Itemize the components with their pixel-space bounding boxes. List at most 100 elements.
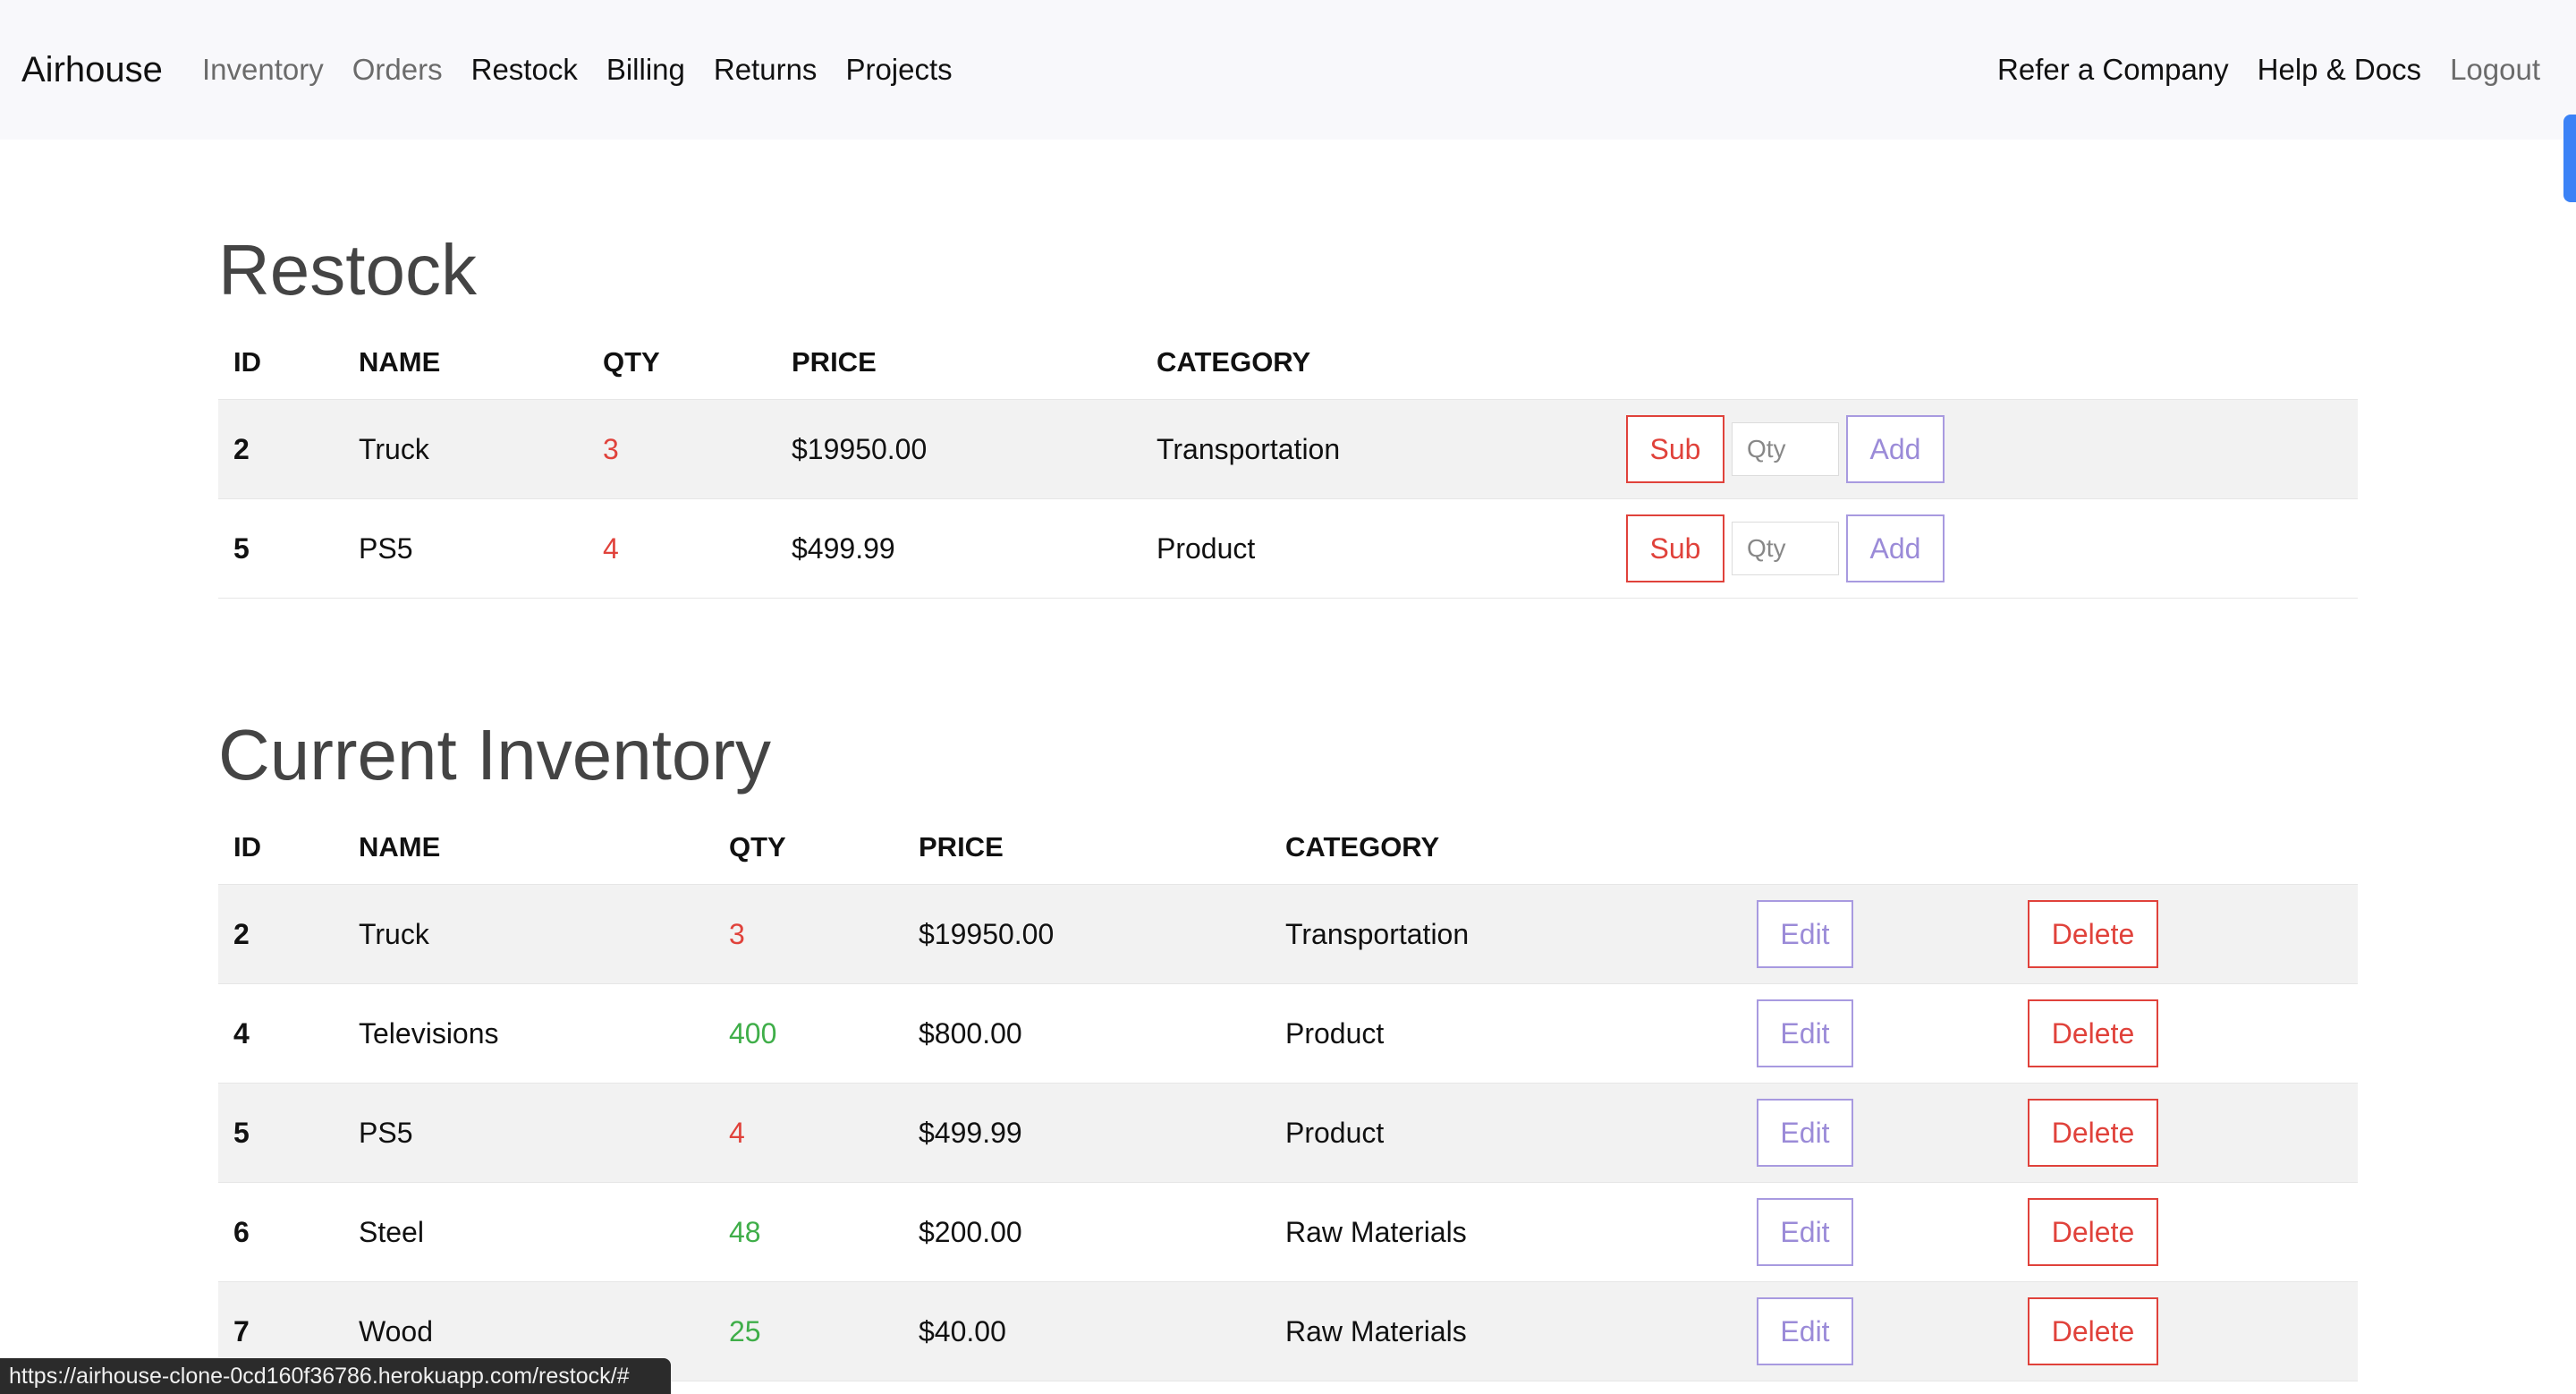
nav-refer-company[interactable]: Refer a Company: [1997, 45, 2229, 95]
cell-edit: Edit: [1741, 1281, 2012, 1381]
sub-button[interactable]: Sub: [1626, 415, 1724, 483]
inventory-header-row: ID NAME QTY PRICE CATEGORY: [218, 811, 2358, 885]
cell-actions: Sub Add: [1611, 498, 2358, 599]
cell-delete: Delete: [2012, 1083, 2358, 1183]
delete-button[interactable]: Delete: [2028, 1099, 2158, 1167]
cell-edit: Edit: [1741, 884, 2012, 984]
col-header-id: ID: [233, 346, 261, 378]
col-header-category: CATEGORY: [1157, 346, 1311, 378]
nav-help-docs[interactable]: Help & Docs: [2258, 45, 2421, 95]
delete-button[interactable]: Delete: [2028, 1297, 2158, 1365]
cell-price: $40.00: [903, 1281, 1270, 1381]
cell-qty: 25: [714, 1281, 903, 1381]
cell-edit: Edit: [1741, 1083, 2012, 1183]
edit-button[interactable]: Edit: [1757, 1297, 1853, 1365]
cell-category: Raw Materials: [1270, 1281, 1741, 1381]
cell-category: Raw Materials: [1270, 1182, 1741, 1282]
cell-id: 2: [218, 399, 343, 499]
cell-category: Product: [1270, 1083, 1741, 1183]
cell-actions: Sub Add: [1611, 399, 2358, 499]
cell-delete: Delete: [2012, 1182, 2358, 1282]
cell-name: Truck: [343, 399, 588, 499]
edit-button[interactable]: Edit: [1757, 1099, 1853, 1167]
cell-qty: 48: [714, 1182, 903, 1282]
cell-id: 4: [218, 983, 343, 1084]
col-header-price: PRICE: [792, 346, 877, 378]
cell-price: $200.00: [903, 1182, 1270, 1282]
cell-name: PS5: [343, 498, 588, 599]
cell-name: Truck: [343, 884, 714, 984]
cell-qty: 3: [588, 399, 776, 499]
nav-inventory[interactable]: Inventory: [202, 45, 324, 95]
table-row: 2 Truck 3 $19950.00 Transportation Edit …: [218, 884, 2358, 984]
nav-orders[interactable]: Orders: [352, 45, 443, 95]
edit-button[interactable]: Edit: [1757, 900, 1853, 968]
cell-qty: 400: [714, 983, 903, 1084]
qty-input[interactable]: [1732, 422, 1839, 476]
side-tab-handle[interactable]: [2563, 115, 2576, 202]
table-row: 5 PS5 4 $499.99 Product Edit Delete: [218, 1083, 2358, 1183]
qty-input[interactable]: [1732, 522, 1839, 575]
col-header-name: NAME: [359, 346, 441, 378]
cell-delete: Delete: [2012, 983, 2358, 1084]
link-status-bar: https://airhouse-clone-0cd160f36786.hero…: [0, 1358, 671, 1394]
cell-edit: Edit: [1741, 1182, 2012, 1282]
cell-id: 5: [218, 498, 343, 599]
cell-delete: Delete: [2012, 884, 2358, 984]
cell-category: Transportation: [1141, 399, 1611, 499]
restock-table: ID NAME QTY PRICE CATEGORY 2 Truck 3 $19…: [218, 326, 2358, 599]
table-row: 4 Televisions 400 $800.00 Product Edit D…: [218, 983, 2358, 1084]
cell-price: $800.00: [903, 983, 1270, 1084]
col-header-actions: [1611, 326, 2358, 400]
inventory-table: ID NAME QTY PRICE CATEGORY 2 Truck 3 $19…: [218, 811, 2358, 1381]
delete-button[interactable]: Delete: [2028, 999, 2158, 1067]
col-header-qty: QTY: [603, 346, 660, 378]
cell-name: Televisions: [343, 983, 714, 1084]
cell-qty: 3: [714, 884, 903, 984]
brand-logo[interactable]: Airhouse: [21, 45, 163, 95]
delete-button[interactable]: Delete: [2028, 1198, 2158, 1266]
inventory-title: Current Inventory: [218, 715, 772, 795]
cell-id: 2: [218, 884, 343, 984]
delete-button[interactable]: Delete: [2028, 900, 2158, 968]
cell-price: $499.99: [903, 1083, 1270, 1183]
cell-delete: Delete: [2012, 1281, 2358, 1381]
table-row: 2 Truck 3 $19950.00 Transportation Sub Ad…: [218, 399, 2358, 499]
cell-qty: 4: [714, 1083, 903, 1183]
col-header-delete: [2012, 811, 2358, 885]
col-header-name: NAME: [359, 831, 441, 863]
primary-nav: Inventory Orders Restock Billing Returns…: [202, 45, 981, 95]
nav-restock[interactable]: Restock: [471, 45, 578, 95]
cell-edit: Edit: [1741, 983, 2012, 1084]
cell-category: Product: [1141, 498, 1611, 599]
table-row: 6 Steel 48 $200.00 Raw Materials Edit De…: [218, 1182, 2358, 1282]
cell-name: Steel: [343, 1182, 714, 1282]
nav-projects[interactable]: Projects: [845, 45, 952, 95]
col-header-price: PRICE: [919, 831, 1004, 863]
cell-category: Product: [1270, 983, 1741, 1084]
restock-title: Restock: [218, 230, 477, 310]
restock-header-row: ID NAME QTY PRICE CATEGORY: [218, 326, 2358, 400]
cell-category: Transportation: [1270, 884, 1741, 984]
cell-id: 6: [218, 1182, 343, 1282]
add-button[interactable]: Add: [1846, 514, 1945, 582]
secondary-nav: Refer a Company Help & Docs Logout: [1997, 45, 2540, 95]
nav-billing[interactable]: Billing: [606, 45, 685, 95]
cell-name: PS5: [343, 1083, 714, 1183]
cell-price: $19950.00: [903, 884, 1270, 984]
sub-button[interactable]: Sub: [1626, 514, 1724, 582]
cell-price: $19950.00: [776, 399, 1141, 499]
col-header-edit: [1741, 811, 2012, 885]
cell-qty: 4: [588, 498, 776, 599]
nav-returns[interactable]: Returns: [714, 45, 818, 95]
col-header-qty: QTY: [729, 831, 786, 863]
cell-id: 5: [218, 1083, 343, 1183]
cell-price: $499.99: [776, 498, 1141, 599]
edit-button[interactable]: Edit: [1757, 1198, 1853, 1266]
nav-logout[interactable]: Logout: [2450, 45, 2540, 95]
add-button[interactable]: Add: [1846, 415, 1945, 483]
table-row: 5 PS5 4 $499.99 Product Sub Add: [218, 498, 2358, 599]
edit-button[interactable]: Edit: [1757, 999, 1853, 1067]
top-navbar: Airhouse Inventory Orders Restock Billin…: [0, 0, 2576, 140]
col-header-id: ID: [233, 831, 261, 863]
